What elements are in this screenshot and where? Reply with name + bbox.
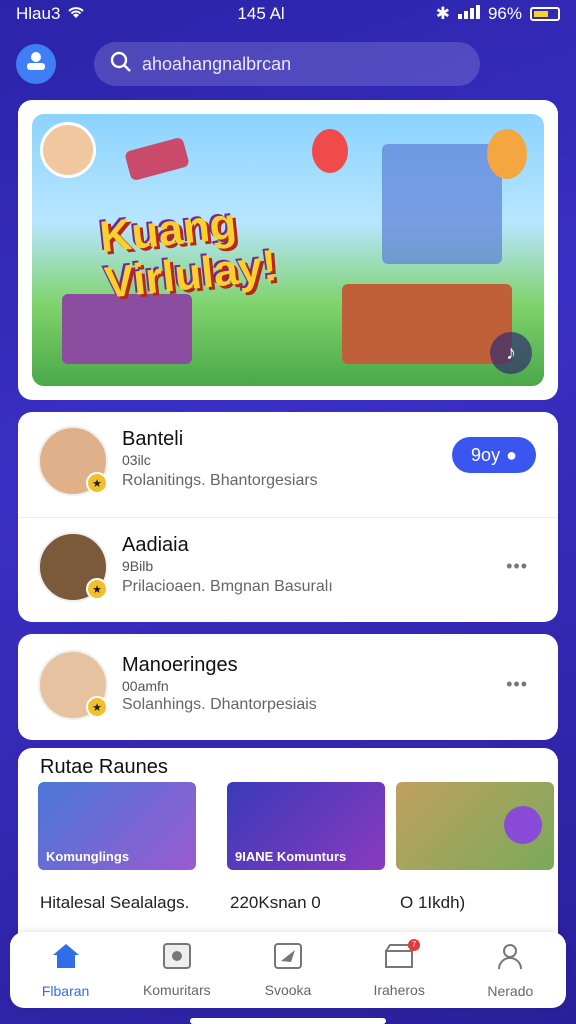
user-meta: 03ilc xyxy=(122,452,151,468)
sign-illustration xyxy=(124,136,190,182)
building-illustration xyxy=(382,144,502,264)
bluetooth-icon: ✱ xyxy=(435,4,450,23)
user-name: Banteli xyxy=(122,428,184,450)
search-icon xyxy=(110,51,132,78)
profile-button[interactable] xyxy=(16,44,56,84)
more-options-icon[interactable]: ••• xyxy=(506,556,528,577)
top-bar xyxy=(16,42,560,86)
bottom-tab-bar: Flbaran Komuritars Svooka 7 Iraheros Ner… xyxy=(10,932,566,1008)
hero-card: Kuang Virlulay! ♪ xyxy=(18,100,558,400)
tab-label: Svooka xyxy=(264,981,312,998)
tab-home[interactable]: Flbaran xyxy=(16,942,116,999)
thumbnail-card[interactable]: Komunglings xyxy=(38,782,196,870)
battery-icon xyxy=(530,7,560,21)
user-meta: 9Bilb xyxy=(122,558,154,574)
hero-title: Kuang Virlulay! xyxy=(97,197,279,308)
tab-label: Iraheros xyxy=(373,981,425,998)
tab-label: Nerado xyxy=(487,982,534,999)
user-list-card: ★ Banteli 03ilc Rolanitings. Bhantorgesi… xyxy=(18,412,558,622)
chat-bubble-icon[interactable] xyxy=(504,806,542,844)
cloud-icon: ● xyxy=(506,444,517,465)
status-right: ✱ 96% xyxy=(436,4,560,24)
profile-icon xyxy=(496,942,524,977)
more-options-icon[interactable]: ••• xyxy=(506,674,528,695)
home-icon xyxy=(51,942,81,977)
camera-icon xyxy=(162,942,191,976)
store-icon: 7 xyxy=(384,938,421,976)
star-badge-icon: ★ xyxy=(86,578,108,600)
status-bar: Hlau3 145 Al ✱ 96% xyxy=(0,0,576,28)
thumbnail-label: Komunglings xyxy=(46,849,130,864)
status-left: Hlau3 xyxy=(16,4,86,25)
thumbnail-card[interactable]: 9IANE Komunturs xyxy=(227,782,385,870)
carrier-text: Hlau3 xyxy=(16,4,61,23)
follow-label: 9oy xyxy=(471,444,501,465)
notification-badge: 7 xyxy=(408,938,421,951)
thumbnail-label: 9IANE Komunturs xyxy=(235,849,347,864)
thumbnail-card[interactable] xyxy=(396,782,554,870)
tab-label: Flbaran xyxy=(41,982,90,999)
stats-mid: 220Ksnan 0 xyxy=(230,893,321,912)
tab-store[interactable]: 7 Iraheros xyxy=(349,938,449,998)
stats-row: Hitalesal Sealalags. 220Ksnan 0 O 1Ikdh) xyxy=(40,893,536,913)
star-badge-icon: ★ xyxy=(86,696,108,718)
balloon-illustration xyxy=(312,129,348,173)
list-item[interactable]: ★ Aadiaia 9Bilb Prilacioaen. Bmgnan Basu… xyxy=(18,517,558,622)
tab-send[interactable]: Svooka xyxy=(238,942,338,998)
hero-avatar[interactable] xyxy=(40,122,96,178)
hero-action-button[interactable]: ♪ xyxy=(490,332,532,374)
user-list-card-2: ★ Manoeringes 00amfn Solanhings. Dhantor… xyxy=(18,634,558,740)
user-desc: Prilacioaen. Bmgnan Basuralı xyxy=(122,578,333,595)
hero-banner[interactable]: Kuang Virlulay! ♪ xyxy=(32,114,544,386)
battery-percent: 96% xyxy=(487,4,522,23)
list-item[interactable]: ★ Banteli 03ilc Rolanitings. Bhantorgesi… xyxy=(18,412,558,517)
status-time: 145 Al xyxy=(237,4,285,23)
list-item[interactable]: ★ Manoeringes 00amfn Solanhings. Dhantor… xyxy=(18,634,558,739)
home-indicator[interactable] xyxy=(190,1018,386,1024)
tab-community[interactable]: Komuritars xyxy=(127,942,227,998)
wifi-icon xyxy=(66,4,86,25)
balloon-illustration-2 xyxy=(487,129,527,179)
user-name: Aadiaia xyxy=(122,534,189,556)
send-icon xyxy=(273,942,302,976)
stats-left: Hitalesal Sealalags. xyxy=(40,893,190,912)
section-title: Rutae Raunes xyxy=(40,756,168,778)
stats-right: O 1Ikdh) xyxy=(400,893,466,912)
tab-label: Komuritars xyxy=(142,981,211,998)
user-icon xyxy=(25,51,47,77)
music-note-icon: ♪ xyxy=(506,341,516,364)
search-bar[interactable] xyxy=(94,42,480,86)
star-badge-icon: ★ xyxy=(86,472,108,494)
user-desc: Rolanitings. Bhantorgesiars xyxy=(122,472,318,489)
tab-profile[interactable]: Nerado xyxy=(460,942,560,999)
user-name: Manoeringes xyxy=(122,654,238,676)
dj-desk-illustration xyxy=(342,284,512,364)
follow-button[interactable]: 9oy ● xyxy=(452,437,536,473)
user-desc: Solanhings. Dhantorpesiais xyxy=(122,696,317,713)
signal-icon xyxy=(457,4,480,24)
search-input[interactable] xyxy=(142,53,442,75)
featured-section: Rutae Raunes Komunglings 9IANE Komunturs… xyxy=(18,748,558,948)
user-meta: 00amfn xyxy=(122,678,169,694)
